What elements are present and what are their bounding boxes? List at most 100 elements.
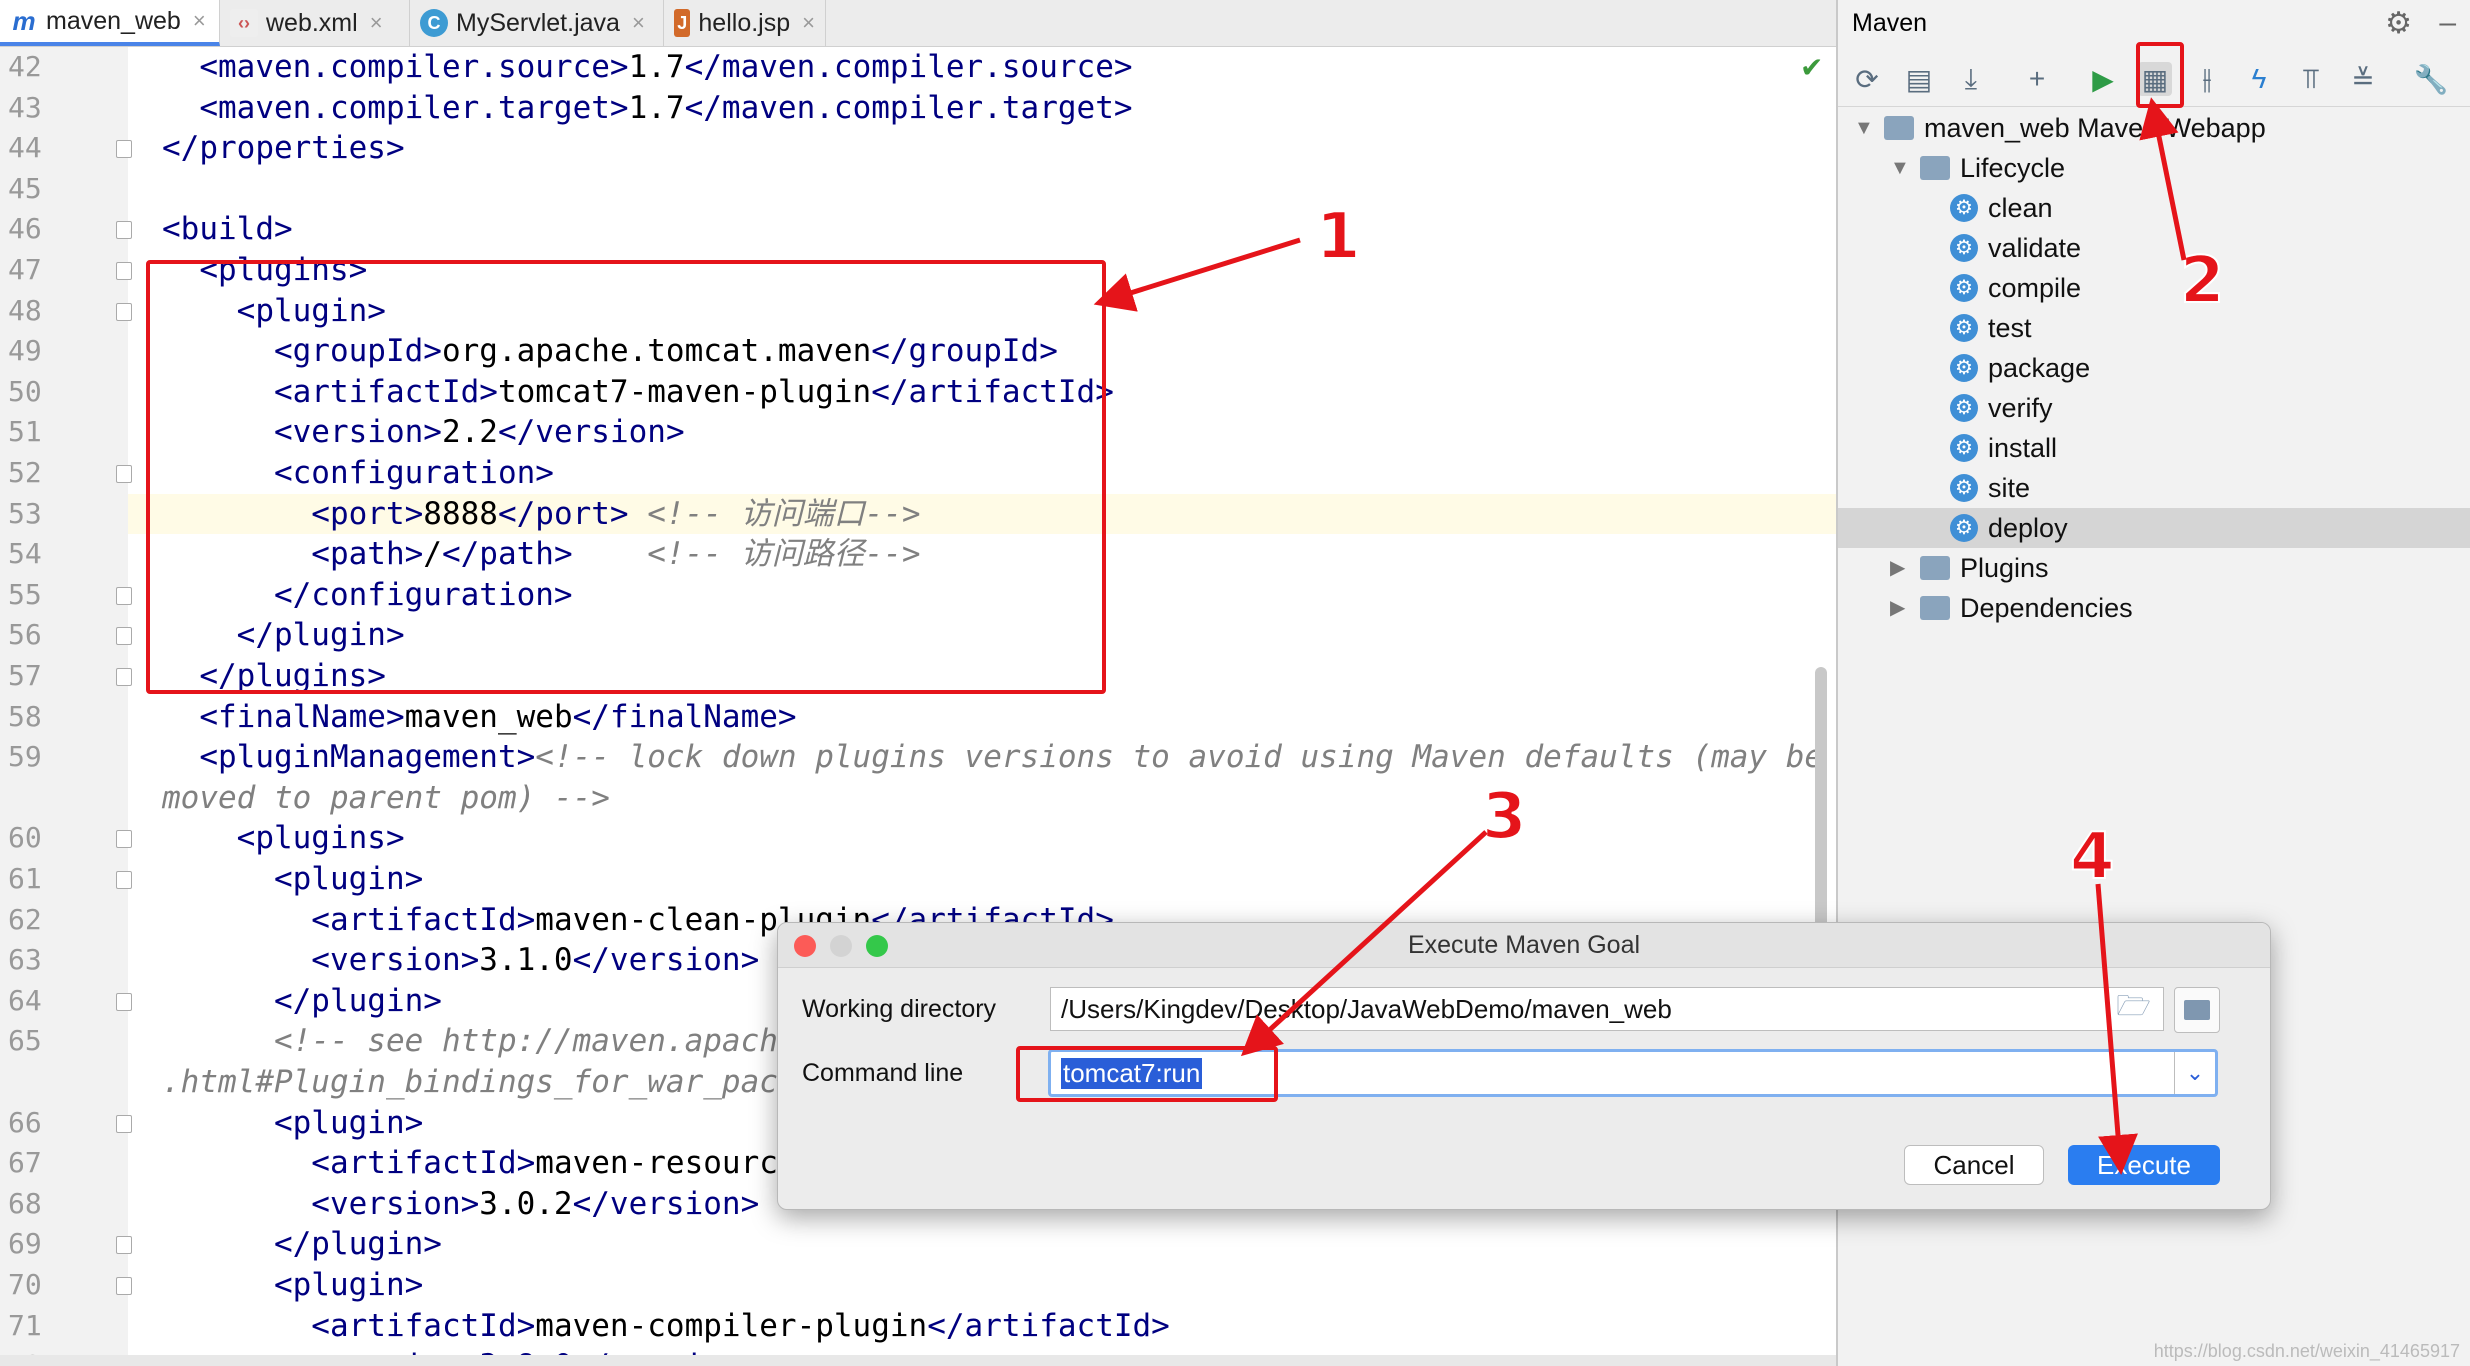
code-text: <!-- see http://maven.apache bbox=[162, 1021, 797, 1061]
skip-tests-icon[interactable]: ϟ bbox=[2242, 62, 2276, 96]
tree-node-goal-install[interactable]: ⚙ install bbox=[1838, 428, 2470, 468]
close-tab-icon[interactable]: × bbox=[632, 10, 645, 36]
watermark: https://blog.csdn.net/weixin_41465917 bbox=[2153, 1341, 2460, 1361]
fold-marker-icon[interactable] bbox=[116, 302, 132, 321]
fold-marker-icon[interactable] bbox=[116, 1236, 132, 1255]
code-line[interactable]: 60 <plugins> bbox=[0, 818, 1836, 858]
fold-marker-icon[interactable] bbox=[116, 1277, 132, 1295]
tree-node-goal-compile[interactable]: ⚙ compile bbox=[1838, 268, 2470, 308]
code-line[interactable]: 42 <maven.compiler.source>1.7</maven.com… bbox=[0, 47, 1836, 87]
tab-myservlet-java[interactable]: C MyServlet.java × bbox=[410, 0, 664, 46]
code-line[interactable]: 72 <version>3.8.0</version> bbox=[0, 1346, 1836, 1355]
tree-node-root-project[interactable]: ▼ maven_web Maven Webapp bbox=[1838, 108, 2470, 148]
tree-node-label: package bbox=[1988, 353, 2091, 383]
close-tab-icon[interactable]: × bbox=[370, 10, 383, 36]
tab-label: web.xml bbox=[266, 8, 358, 37]
close-tab-icon[interactable]: × bbox=[802, 10, 815, 36]
expanded-arrow-icon[interactable]: ▼ bbox=[1890, 148, 1910, 188]
code-line[interactable]: 46 <build> bbox=[0, 209, 1836, 249]
tree-node-label: verify bbox=[1988, 393, 2053, 423]
line-number: 52 bbox=[8, 456, 42, 489]
fold-marker-icon[interactable] bbox=[116, 465, 132, 483]
code-line[interactable]: 70 <plugin> bbox=[0, 1265, 1836, 1305]
tree-node-goal-verify[interactable]: ⚙ verify bbox=[1838, 388, 2470, 428]
fold-marker-icon[interactable] bbox=[116, 668, 132, 686]
tree-node-dependencies[interactable]: ▶ Dependencies bbox=[1838, 588, 2470, 628]
working-directory-field[interactable]: /Users/Kingdev/Desktop/JavaWebDemo/maven… bbox=[1050, 987, 2164, 1031]
minimize-window-button[interactable] bbox=[830, 935, 852, 957]
download-sources-icon[interactable]: ⤓ bbox=[1954, 62, 1988, 96]
fold-marker-icon[interactable] bbox=[116, 221, 132, 240]
tab-hello-jsp[interactable]: Jhello.jsp × bbox=[664, 0, 826, 46]
select-module-button[interactable] bbox=[2174, 987, 2220, 1033]
dropdown-chevron-icon[interactable]: ⌄ bbox=[2174, 1052, 2215, 1094]
code-line[interactable]: 45 bbox=[0, 169, 1836, 209]
tree-node-goal-site[interactable]: ⚙ site bbox=[1838, 468, 2470, 508]
tree-node-plugins[interactable]: ▶ Plugins bbox=[1838, 548, 2470, 588]
code-line[interactable]: 69 </plugin> bbox=[0, 1224, 1836, 1264]
settings-gear-icon[interactable]: ⚙ bbox=[2385, 6, 2412, 41]
tab-maven-web[interactable]: m maven_web × bbox=[0, 0, 220, 46]
code-line[interactable]: 59 <pluginManagement><!-- lock down plug… bbox=[0, 737, 1836, 777]
fold-marker-icon[interactable] bbox=[116, 627, 132, 646]
xml-text: 3.1.0 bbox=[479, 942, 573, 979]
code-line[interactable]: moved to parent pom) --> bbox=[0, 778, 1836, 818]
annotation-box-command-line bbox=[1016, 1046, 1278, 1102]
code-line[interactable]: 43 <maven.compiler.target>1.7</maven.com… bbox=[0, 88, 1836, 128]
close-tab-icon[interactable]: × bbox=[193, 8, 206, 34]
toggle-offline-mode-icon[interactable]: ⫲ bbox=[2190, 62, 2224, 96]
execute-maven-goal-dialog: Execute Maven Goal Working directory /Us… bbox=[777, 922, 2271, 1210]
code-text: <version>3.1.0</version> bbox=[162, 940, 759, 980]
line-number: 50 bbox=[8, 374, 42, 408]
run-maven-build-icon[interactable]: ▶ bbox=[2086, 62, 2120, 96]
hide-panel-icon[interactable]: – bbox=[2439, 6, 2456, 40]
show-dependencies-icon[interactable]: ⫪ bbox=[2294, 62, 2328, 96]
xml-tag: <plugin> bbox=[162, 861, 424, 897]
xml-tag: <version> bbox=[162, 1185, 480, 1222]
fold-marker-icon[interactable] bbox=[116, 830, 132, 849]
code-text: moved to parent pom) --> bbox=[162, 778, 610, 818]
lifecycle-goal-gear-icon: ⚙ bbox=[1950, 394, 1978, 422]
tree-node-goal-deploy[interactable]: ⚙ deploy bbox=[1838, 508, 2470, 548]
dependencies-folder-icon bbox=[1920, 596, 1950, 620]
fold-marker-icon[interactable] bbox=[116, 140, 132, 159]
fold-marker-icon[interactable] bbox=[116, 262, 132, 280]
lifecycle-goal-gear-icon: ⚙ bbox=[1950, 354, 1978, 382]
fold-marker-icon[interactable] bbox=[116, 871, 132, 889]
maven-settings-wrench-icon[interactable]: 🔧 bbox=[2414, 62, 2449, 96]
collapsed-arrow-icon[interactable]: ▶ bbox=[1890, 548, 1910, 588]
execute-button[interactable]: Execute bbox=[2068, 1145, 2220, 1185]
tab-web-xml[interactable]: ‹› web.xml × bbox=[220, 0, 410, 46]
code-line[interactable]: 44 </properties> bbox=[0, 128, 1836, 168]
lifecycle-goal-gear-icon: ⚙ bbox=[1950, 234, 1978, 262]
line-number: 54 bbox=[8, 537, 42, 571]
xml-comment: moved to parent pom) --> bbox=[162, 779, 610, 816]
horizontal-scrollbar[interactable] bbox=[0, 1355, 1836, 1366]
generate-sources-icon[interactable]: ▤ bbox=[1902, 62, 1936, 96]
code-text: <maven.compiler.source>1.7</maven.compil… bbox=[162, 47, 1132, 87]
tree-node-lifecycle[interactable]: ▼ Lifecycle bbox=[1838, 148, 2470, 188]
browse-folder-icon[interactable]: 🗁 bbox=[2116, 985, 2151, 1033]
tree-node-goal-package[interactable]: ⚙ package bbox=[1838, 348, 2470, 388]
dialog-title-bar: Execute Maven Goal bbox=[778, 923, 2270, 968]
expanded-arrow-icon[interactable]: ▼ bbox=[1854, 108, 1874, 148]
code-line[interactable]: 71 <artifactId>maven-compiler-plugin</ar… bbox=[0, 1306, 1836, 1346]
fold-marker-icon[interactable] bbox=[116, 1114, 132, 1133]
code-line[interactable]: 58 <finalName>maven_web</finalName> bbox=[0, 697, 1836, 737]
cancel-button[interactable]: Cancel bbox=[1904, 1145, 2044, 1185]
fold-marker-icon[interactable] bbox=[116, 992, 132, 1011]
collapsed-arrow-icon[interactable]: ▶ bbox=[1890, 588, 1910, 628]
collapse-all-icon[interactable]: ≚ bbox=[2346, 62, 2380, 96]
zoom-window-button[interactable] bbox=[866, 935, 888, 957]
tree-node-goal-clean[interactable]: ⚙ clean bbox=[1838, 188, 2470, 228]
xml-text: maven_web bbox=[404, 698, 573, 735]
plugins-folder-icon bbox=[1920, 556, 1950, 580]
add-maven-project-icon[interactable]: + bbox=[2020, 62, 2054, 96]
tree-node-goal-validate[interactable]: ⚙ validate bbox=[1838, 228, 2470, 268]
reimport-icon[interactable]: ⟳ bbox=[1850, 62, 1884, 96]
fold-marker-icon[interactable] bbox=[116, 586, 132, 605]
close-window-button[interactable] bbox=[794, 935, 816, 957]
inspection-ok-icon[interactable]: ✔ bbox=[1800, 51, 1823, 84]
code-line[interactable]: 61 <plugin> bbox=[0, 859, 1836, 899]
tree-node-goal-test[interactable]: ⚙ test bbox=[1838, 308, 2470, 348]
